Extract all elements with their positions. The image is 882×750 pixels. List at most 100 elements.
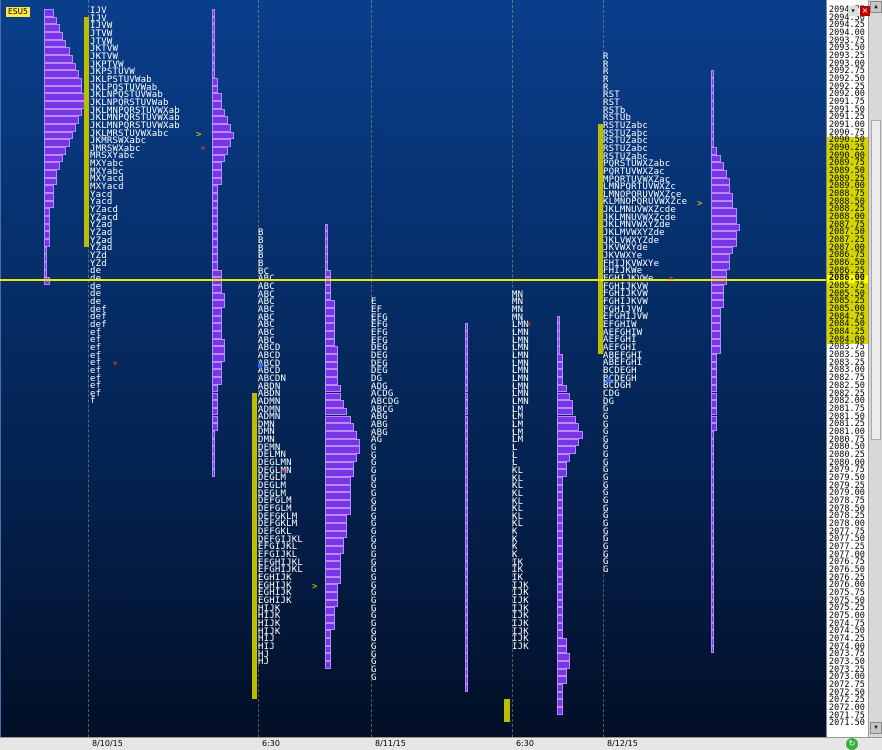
price-tick: 2071.50: [829, 718, 865, 729]
profile-bar: [711, 530, 715, 539]
profile-bar: [711, 254, 731, 263]
tpo-row: G: [603, 434, 609, 445]
profile-bar: [557, 461, 567, 470]
profile-bar: [325, 308, 335, 316]
chart-area[interactable]: ESU5 IJV IJV IJVW JTVW JTVW JKTVW JKTVW JKPTVW J…: [0, 0, 826, 737]
tpo-row: G: [603, 419, 609, 430]
profile-bar: [465, 331, 469, 339]
market-profile-window: ESU5 IJV IJV IJVW JTVW JTVW JKTVW JKTVW JKPTVW J…: [0, 0, 882, 750]
tpo-letters: IJV IJV IJVW JTVW JTVW JKTVW JKTVW JKPTVW JKPSTU…: [90, 7, 180, 406]
profile-bar: [325, 407, 348, 416]
profile-bar: [711, 323, 721, 332]
profile-bar: [212, 223, 219, 232]
date-label: 8/11/15: [375, 739, 406, 748]
profile-bar: [465, 553, 469, 562]
close-button[interactable]: ×: [860, 6, 870, 16]
tpo-row: G: [603, 404, 609, 415]
profile-bar: [711, 315, 721, 324]
profile-bar: [325, 453, 357, 462]
profile-bar: [325, 446, 361, 454]
profile-bar: [557, 453, 570, 462]
profile-bar: [711, 645, 715, 654]
profile-bar: [711, 354, 718, 362]
profile-bar: [711, 170, 727, 178]
profile-bar: [325, 246, 329, 255]
profile-bar: [325, 622, 335, 631]
date-label: 8/10/15: [92, 739, 123, 748]
profile-bar: [557, 407, 573, 416]
minimize-button[interactable]: ▾: [848, 6, 858, 16]
profile-bar: [212, 108, 225, 117]
profile-bar: [465, 415, 469, 424]
scroll-thumb[interactable]: [871, 120, 881, 440]
tpo-row: G: [603, 427, 609, 438]
profile-bar: [325, 361, 338, 370]
profile-bar: [325, 338, 335, 347]
scroll-down-button[interactable]: ▼: [870, 722, 882, 734]
profile-bar: [557, 622, 564, 631]
profile-bar: [325, 331, 335, 339]
profile-bar: [212, 78, 219, 86]
profile-bar: [711, 239, 737, 247]
profile-bar: [465, 576, 469, 585]
profile-bar: [557, 576, 564, 585]
profile-bar: [325, 538, 345, 546]
profile-bar: [325, 239, 329, 247]
profile-bar: [325, 292, 332, 301]
profile-bar: [44, 70, 80, 79]
profile-bar: [325, 423, 354, 431]
profile-bar: [711, 93, 715, 102]
profile-bar: [212, 361, 222, 370]
price-axis[interactable]: 2094.75 2094.50 2094.25 2094.00 2093.75 2093.…: [826, 0, 869, 737]
profile-bar: [212, 24, 216, 32]
tpo-row: ef: [90, 350, 102, 361]
profile-bar: [325, 645, 332, 654]
profile-bar: [212, 185, 219, 194]
scroll-up-button[interactable]: ▲: [870, 1, 882, 13]
profile-bar: [711, 193, 734, 201]
tpo-row: G: [603, 557, 609, 568]
profile-bar: [557, 430, 583, 439]
tpo-row: G: [603, 496, 609, 507]
profile-bar: [557, 691, 564, 700]
tpo-row: G: [603, 542, 609, 553]
profile-bar: [711, 147, 718, 155]
profile-bar: [465, 568, 469, 577]
symbol-badge[interactable]: ESU5: [6, 7, 30, 17]
profile-bar: [325, 614, 335, 623]
profile-bar: [711, 185, 731, 194]
vertical-scrollbar[interactable]: ▲ ▼: [868, 0, 882, 737]
profile-bar: [465, 530, 469, 539]
profile-bar: [557, 645, 567, 654]
tpo-row: ef: [90, 373, 102, 384]
tpo-row: HJ: [258, 657, 270, 668]
profile-bar: [212, 16, 216, 25]
profile-bar: [711, 246, 734, 255]
tpo-row: R: [603, 67, 609, 78]
profile-bar: [212, 346, 225, 355]
profile-bar: [711, 85, 715, 94]
profile-bar: [44, 147, 67, 155]
profile-bar: [711, 269, 727, 278]
profile-bar: [465, 361, 469, 370]
profile-bar: [212, 354, 225, 362]
profile-bar: [711, 522, 715, 531]
profile-bar: [212, 32, 216, 40]
profile-bar: [212, 101, 222, 109]
refresh-icon[interactable]: ↻: [846, 738, 858, 750]
profile-bar: [711, 292, 724, 301]
profile-bar: [325, 469, 354, 477]
profile-bar: [465, 377, 469, 385]
current-price-line: [0, 279, 826, 282]
profile-bar: [557, 607, 564, 615]
poc-star-icon: *: [668, 275, 675, 287]
profile-bar: [465, 676, 469, 684]
profile-bar: [711, 377, 718, 385]
profile-bar: [325, 354, 338, 362]
profile-bar: [711, 584, 715, 592]
tpo-row: YZd: [90, 258, 107, 269]
profile-bar: [557, 599, 564, 608]
profile-bar: [557, 492, 564, 500]
tpo-row: B: [258, 228, 264, 239]
profile-bar: [212, 216, 219, 224]
